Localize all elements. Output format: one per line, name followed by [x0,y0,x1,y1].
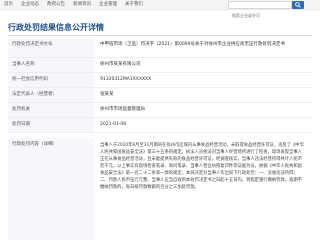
search-button[interactable] [292,1,304,9]
nav-menu: 首页 企业动态 政府公告 新闻资讯 企业管理 关于我们 [4,1,143,9]
nav-item-news[interactable]: 企业动态 [21,1,39,9]
search-box [228,1,292,19]
row-label: 法定代表人（经营者） [8,88,94,102]
search-icon [295,2,301,8]
row-value: 张某某 [100,92,114,97]
info-row: 行政处罚决定书文号 中甲宿市场（卫监）罚决字（2021）第0009号关于对徐州市… [8,38,312,58]
info-table: 行政处罚决定书文号 中甲宿市场（卫监）罚决字（2021）第0009号关于对徐州市… [8,38,312,133]
content-text: 当事人于2020年9月至11月期间在徐州市区域内从事食品经营活动，未取得食品经营… [100,143,304,190]
info-row: 当事人名称 徐州市某某有限公司 [8,58,312,73]
nav-item-about[interactable]: 关于我们 [125,1,143,9]
row-label: 统一社会信用代码 [8,73,94,87]
info-row: 处罚机关 徐州市市场监督管理局 [8,103,312,118]
info-row: 处罚日期 2021-01-08 [8,118,312,133]
top-nav-bar: 首页 企业动态 政府公告 新闻资讯 企业管理 关于我们 [0,0,320,19]
row-value: 中甲宿市场（卫监）罚决字（2021）第0009号关于对徐州市企业供应商无证行政处… [100,42,285,47]
nav-item-manage[interactable]: 企业管理 [99,1,117,9]
page-title: 行政处罚结果信息公开详情 [8,23,104,32]
row-label: 处罚机关 [8,103,94,117]
row-value: 2021-01-08 [100,122,127,127]
nav-item-info[interactable]: 新闻资讯 [73,1,91,9]
nav-item-notice[interactable]: 政府公告 [47,1,65,9]
content-label: 行政处罚内容（详细） [8,138,94,240]
info-row: 统一社会信用代码 91320312MA1XXXXXX [8,73,312,88]
row-value: 徐州市市场监督管理局 [100,107,145,112]
nav-item-home[interactable]: 首页 [4,1,13,9]
search-input[interactable] [229,12,291,19]
info-row: 法定代表人（经营者） 张某某 [8,88,312,103]
row-label: 处罚日期 [8,118,94,132]
title-bar: 行政处罚结果信息公开详情 [8,20,312,36]
row-value: 91320312MA1XXXXXX [100,77,152,82]
row-value: 徐州市某某有限公司 [100,62,141,67]
row-label: 行政处罚决定书文号 [8,38,94,57]
row-label: 当事人名称 [8,58,94,72]
